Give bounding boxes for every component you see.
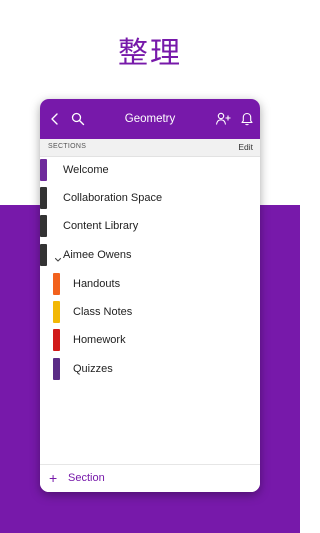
section-item-quizzes[interactable]: Quizzes: [40, 356, 260, 384]
section-color-tab: [53, 358, 60, 380]
app-window: Geometry SECTIONS Edit Welcome Collabora…: [40, 99, 260, 492]
section-item-handouts[interactable]: Handouts: [40, 271, 260, 299]
section-label: Content Library: [63, 220, 139, 232]
section-color-tab: [53, 273, 60, 295]
add-section-button[interactable]: Section: [68, 472, 105, 484]
section-color-tab: [53, 301, 60, 323]
section-color-tab: [53, 329, 60, 351]
section-item-homework[interactable]: Homework: [40, 327, 260, 355]
section-color-tab: [40, 215, 47, 237]
section-label: Handouts: [73, 278, 121, 290]
section-item-content-library[interactable]: Content Library: [40, 213, 260, 241]
section-item-collaboration-space[interactable]: Collaboration Space: [40, 185, 260, 213]
sections-label: SECTIONS: [48, 143, 87, 150]
section-item-class-notes[interactable]: Class Notes: [40, 299, 260, 327]
headline: 整理: [118, 36, 182, 71]
notebook-title: Geometry: [124, 113, 176, 125]
section-label: Class Notes: [73, 306, 133, 318]
title-bar: Geometry: [40, 99, 260, 139]
section-color-tab: [40, 187, 47, 209]
chevron-down-icon[interactable]: [54, 251, 62, 262]
chevron-left-icon[interactable]: [47, 111, 63, 127]
sections-header: SECTIONS Edit: [40, 139, 260, 157]
section-group-aimee-owens[interactable]: Aimee Owens: [40, 242, 260, 270]
section-label: Welcome: [63, 164, 109, 176]
bell-icon[interactable]: [239, 111, 255, 127]
add-person-icon[interactable]: [215, 111, 231, 127]
section-color-tab: [40, 159, 47, 181]
plus-icon[interactable]: +: [49, 471, 57, 485]
section-label: Collaboration Space: [63, 192, 163, 204]
section-label: Homework: [73, 334, 126, 346]
edit-button[interactable]: Edit: [238, 142, 253, 152]
section-color-tab: [40, 244, 47, 266]
add-section-bar[interactable]: + Section: [40, 464, 260, 492]
section-item-welcome[interactable]: Welcome: [40, 157, 260, 185]
section-label: Quizzes: [73, 363, 113, 375]
section-list: Welcome Collaboration Space Content Libr…: [40, 157, 260, 463]
section-label: Aimee Owens: [63, 249, 132, 261]
